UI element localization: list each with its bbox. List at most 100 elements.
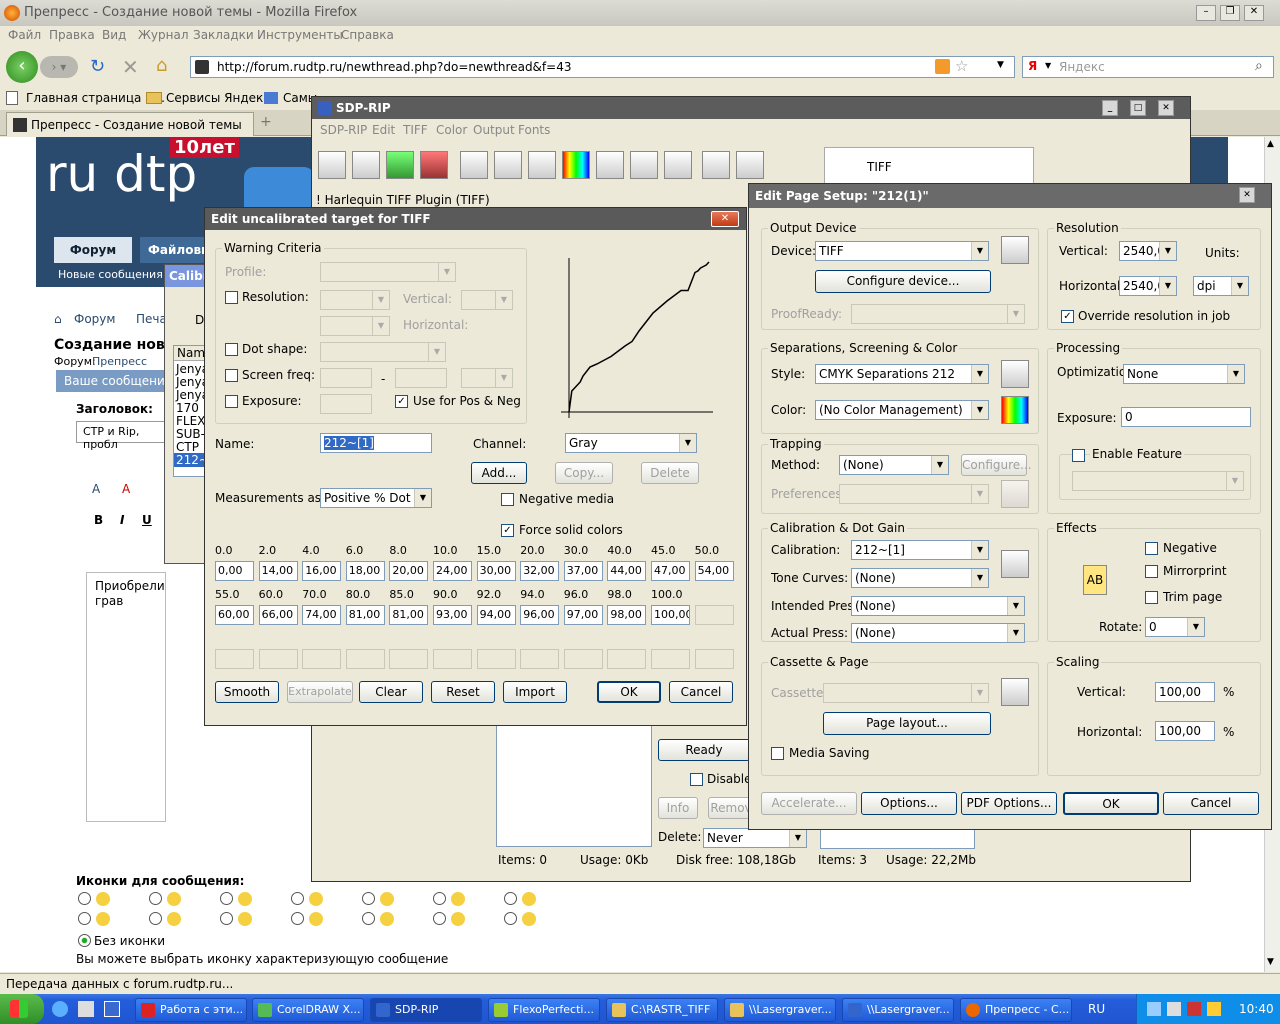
override-checkbox[interactable]: ✓ [1061,310,1074,323]
bookmark-services[interactable]: Сервисы Яндекса [166,91,277,105]
tray-app-icon[interactable] [1187,1002,1201,1016]
post-icon-radio[interactable] [504,892,517,905]
feature-select[interactable] [1072,471,1244,491]
measure-input[interactable]: 100,00 [651,605,690,625]
horizontal-select[interactable] [320,316,390,336]
trap-icon[interactable] [1001,480,1029,508]
import-button[interactable]: Import [503,681,567,703]
negative-checkbox[interactable] [1145,542,1158,555]
device-icon[interactable] [1001,236,1029,264]
post-icon-radio[interactable] [78,892,91,905]
menu-view[interactable]: Вид [102,28,126,42]
measure-input-empty[interactable] [520,649,560,669]
screen-freq-min[interactable] [320,368,372,388]
screen-freq-max[interactable] [395,368,447,388]
scale-vertical-input[interactable]: 100,00 [1155,682,1215,702]
sdprip-minimize-icon[interactable]: _ [1102,100,1118,116]
profile-select[interactable] [320,262,456,282]
page-setup-cancel-button[interactable]: Cancel [1163,792,1259,815]
toolbar-film-icon[interactable] [630,151,658,179]
optimization-select[interactable]: None [1123,364,1245,384]
tone-curves-select[interactable]: (None) [851,568,989,588]
sdprip-list-right[interactable] [820,827,975,849]
extrapolate-button[interactable]: Extrapolate [287,681,353,703]
add-button[interactable]: Add... [471,462,527,484]
edit-target-ok-button[interactable]: OK [597,681,661,703]
delete-select[interactable]: Never [703,828,807,848]
taskbar-item-work[interactable]: Работа с эти... [135,998,247,1022]
subject-input[interactable]: CTP и Rip, пробл [76,421,176,451]
menu-tools[interactable]: Инструменты [257,28,343,42]
measure-input[interactable]: 74,00 [302,605,342,625]
media-saving-checkbox[interactable] [771,747,784,760]
measure-input[interactable]: 44,00 [607,561,647,581]
font-color-icon[interactable]: A [122,482,130,496]
edit-target-close-icon[interactable]: ✕ [711,211,739,227]
toolbar-go-icon[interactable] [386,151,414,179]
back-icon[interactable]: ‹ [6,51,38,83]
toolbar-print-icon[interactable] [352,151,380,179]
measure-input[interactable]: 98,00 [607,605,647,625]
scale-horizontal-input[interactable]: 100,00 [1155,721,1215,741]
method-select[interactable]: (None) [839,455,949,475]
screen-freq-unit[interactable] [461,368,513,388]
color-select[interactable]: (No Color Management) [815,400,989,420]
breadcrumb-forum[interactable]: Форум [74,312,115,326]
post-icon-radio[interactable] [504,912,517,925]
toolbar-stop-icon[interactable] [420,151,448,179]
name-input[interactable]: 212~[1] [320,433,432,453]
intended-press-select[interactable]: (None) [851,596,1025,616]
forum-link[interactable]: Препресс [92,355,147,368]
actual-press-select[interactable]: (None) [851,623,1025,643]
rss-icon[interactable] [935,59,950,74]
force-solid-checkbox[interactable]: ✓ [501,524,514,537]
measure-input[interactable]: 47,00 [651,561,690,581]
scroll-down-icon[interactable]: ▼ [1267,957,1274,967]
measure-input-empty[interactable] [389,649,429,669]
tray-network-icon[interactable] [1147,1002,1161,1016]
message-textarea[interactable]: Приобрели грав практически од [86,572,166,822]
vertical-select[interactable] [461,290,513,310]
pdf-options-button[interactable]: PDF Options... [961,792,1057,815]
menu-help[interactable]: Справка [341,28,394,42]
post-icon-radio[interactable] [291,892,304,905]
measure-input-empty[interactable] [258,649,298,669]
measure-input-empty[interactable] [345,649,385,669]
post-icon-radio[interactable] [220,912,233,925]
language-indicator[interactable]: RU [1088,1002,1105,1016]
taskbar-item-flexo[interactable]: FlexoPerfecti... [488,998,600,1022]
resolution-select[interactable] [320,290,390,310]
measure-input[interactable]: 0,00 [215,561,254,581]
edit-target-cancel-button[interactable]: Cancel [669,681,733,703]
measure-input[interactable]: 66,00 [258,605,298,625]
measure-input-empty[interactable] [215,649,254,669]
sdprip-close-icon[interactable]: ✕ [1158,100,1174,116]
measure-input[interactable]: 24,00 [433,561,472,581]
scroll-up-icon[interactable]: ▲ [1267,139,1274,149]
resolution-checkbox[interactable] [225,291,238,304]
calibration-icon[interactable] [1001,550,1029,578]
measure-input[interactable]: 14,00 [258,561,298,581]
page-setup-ok-button[interactable]: OK [1063,792,1159,815]
maximize-icon[interactable]: ❐ [1220,5,1240,21]
reset-button[interactable]: Reset [431,681,495,703]
trap-configure-button[interactable]: Configure... [961,454,1032,476]
copy-button[interactable]: Copy... [555,462,613,484]
channel-select[interactable]: Gray [565,433,697,453]
measure-input-empty[interactable] [433,649,472,669]
measure-input[interactable]: 54,00 [694,561,734,581]
url-bar[interactable]: http://forum.rudtp.ru/newthread.php?do=n… [190,56,1015,78]
start-button[interactable] [0,994,44,1024]
mirrorprint-checkbox[interactable] [1145,565,1158,578]
forum-tab-forum[interactable]: Форум [54,237,132,263]
menu-edit[interactable]: Правка [49,28,95,42]
menu-bookmarks[interactable]: Закладки [193,28,254,42]
cassette-select[interactable] [823,683,989,703]
desktop-quicklaunch-icon[interactable] [104,1001,120,1017]
bookmark-home[interactable]: Главная страница Я... [26,91,165,105]
exposure-input[interactable]: 0 [1121,407,1251,427]
post-icon-radio[interactable] [220,892,233,905]
sdprip-menu-output[interactable]: Output [473,123,515,137]
ready-button[interactable]: Ready [658,739,750,761]
toolbar-settings-icon[interactable] [318,151,346,179]
